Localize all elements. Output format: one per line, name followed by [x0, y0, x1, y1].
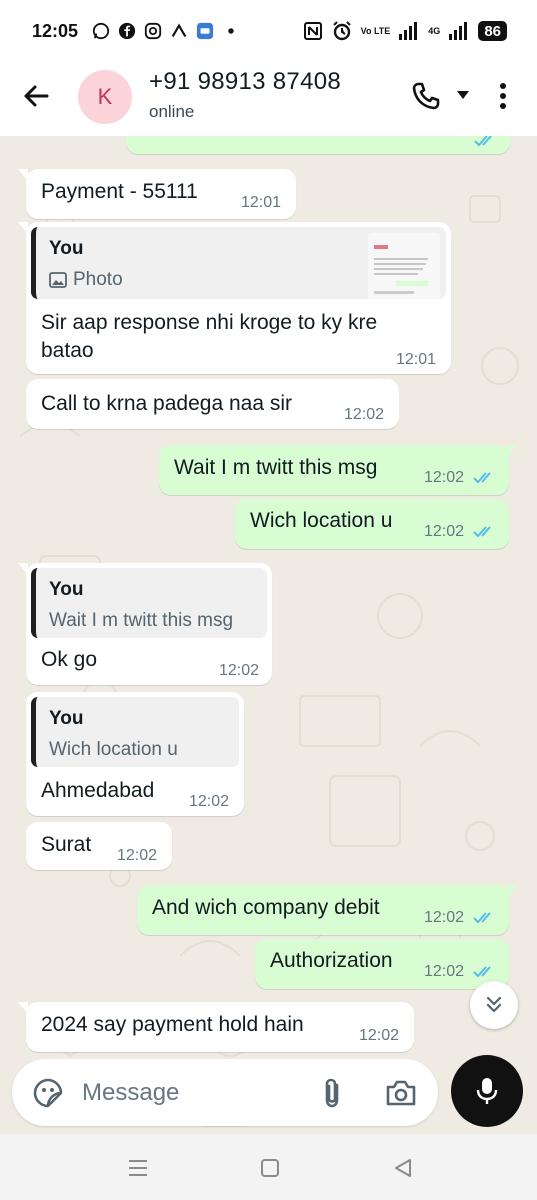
message-text: Authorization — [270, 949, 393, 972]
signal2-icon — [449, 22, 468, 40]
scroll-down-icon — [486, 996, 502, 1013]
quote-body: Wait I m twitt this msg — [49, 610, 234, 631]
contact-info[interactable]: +91 98913 87408 online — [149, 68, 341, 122]
alarm-icon — [332, 21, 351, 41]
network-type-label: 4G — [428, 25, 441, 36]
message-time: 12:02 — [359, 1027, 400, 1044]
notification-icons — [92, 22, 240, 40]
message-text: Ahmedabad — [41, 779, 155, 802]
screenshot-preview-graphic — [368, 233, 440, 299]
message-text: And wich company debit — [152, 896, 380, 919]
nav-home-icon[interactable] — [258, 1156, 282, 1180]
system-navigation-bar — [0, 1134, 537, 1200]
scroll-to-bottom-button[interactable] — [470, 981, 518, 1029]
double-check-icon — [473, 966, 491, 978]
message-time: 12:01 — [396, 351, 437, 368]
double-check-icon — [473, 472, 491, 484]
message-text: Wich location u — [250, 509, 393, 532]
more-vert-icon[interactable] — [495, 80, 511, 112]
avatar[interactable]: K — [78, 70, 132, 124]
quote-author: You — [49, 238, 84, 259]
message-text-line1: Sir aap response nhi kroge to ky kre — [41, 311, 378, 334]
message-bubble-incoming-reply[interactable]: You Wait I m twitt this msg Ok go 12:02 — [18, 563, 272, 685]
double-check-icon — [473, 912, 491, 924]
message-text: Call to krna padega naa sir — [41, 392, 292, 415]
quoted-message[interactable]: You Wait I m twitt this msg — [31, 568, 267, 638]
message-bubble-incoming[interactable]: 2024 say payment hold hain 12:02 — [18, 1002, 414, 1052]
contact-name[interactable]: +91 98913 87408 — [149, 68, 341, 96]
whatsapp-icon — [92, 22, 110, 40]
message-text: 2024 say payment hold hain — [41, 1013, 304, 1036]
nav-recents-icon[interactable] — [126, 1156, 150, 1180]
sticker-icon[interactable] — [32, 1077, 64, 1109]
mic-icon — [476, 1078, 498, 1104]
volte-label: Vo LTE — [360, 25, 391, 36]
message-bubble-outgoing[interactable]: Wait I m twitt this msg 12:02 — [159, 445, 517, 495]
quote-body: Photo — [73, 269, 123, 290]
quote-author: You — [49, 708, 84, 729]
message-time: 12:01 — [241, 194, 282, 211]
message-bubble-incoming-reply[interactable]: You Photo Sir aap response nhi kroge to … — [18, 222, 451, 374]
message-bubble-outgoing[interactable]: Wich location u 12:02 — [235, 499, 509, 549]
message-time: 12:02 — [424, 963, 465, 980]
message-bubble-incoming-reply[interactable]: You Wich location u Ahmedabad 12:02 — [26, 692, 244, 816]
status-time: 12:05 — [32, 20, 79, 41]
chat-header: K +91 98913 87408 online — [0, 62, 537, 136]
more-notifications-dot-icon — [228, 28, 234, 34]
message-bubble-incoming[interactable]: Surat 12:02 — [26, 822, 172, 870]
message-time: 12:02 — [117, 847, 158, 864]
quoted-message[interactable]: You Photo — [31, 227, 446, 299]
attach-icon[interactable] — [317, 1075, 347, 1111]
app-badge-icon — [196, 22, 214, 40]
dropdown-icon[interactable] — [455, 88, 471, 102]
message-bubble-outgoing[interactable]: Authorization 12:02 — [255, 939, 509, 989]
message-time: 12:02 — [424, 523, 465, 540]
message-text: Payment - 55111 — [41, 180, 198, 203]
message-time: 12:02 — [424, 469, 465, 486]
battery-indicator: 86 — [478, 21, 507, 41]
phone-icon[interactable] — [410, 80, 442, 112]
message-text-line2: batao — [41, 339, 94, 362]
message-bubble-outgoing[interactable]: And wich company debit 12:02 — [137, 885, 517, 935]
voice-record-button[interactable] — [451, 1055, 523, 1127]
photo-icon — [49, 272, 67, 288]
message-text: Surat — [41, 833, 92, 856]
message-text: Wait I m twitt this msg — [174, 456, 378, 479]
photo-thumbnail[interactable] — [368, 233, 440, 299]
back-arrow-icon[interactable] — [20, 80, 52, 112]
double-check-icon — [473, 526, 491, 538]
app-notification-icon — [171, 23, 187, 37]
signal-icon — [399, 22, 418, 40]
quote-body: Wich location u — [49, 739, 178, 760]
message-time: 12:02 — [424, 909, 465, 926]
message-bubble-incoming[interactable]: Call to krna padega naa sir 12:02 — [26, 379, 399, 429]
message-time: 12:02 — [344, 406, 385, 423]
message-bubble-incoming[interactable]: Payment - 55111 12:01 — [18, 169, 296, 219]
message-input[interactable] — [82, 1073, 302, 1113]
camera-icon[interactable] — [384, 1077, 418, 1109]
message-text: Ok go — [41, 648, 98, 671]
status-bar: 12:05 Vo LTE 4G 86 — [0, 0, 537, 62]
quote-author: You — [49, 579, 84, 600]
facebook-icon — [118, 22, 136, 40]
nav-back-icon[interactable] — [391, 1156, 415, 1180]
system-icons: Vo LTE 4G 86 — [303, 20, 507, 42]
message-time: 12:02 — [189, 793, 230, 810]
instagram-icon — [144, 22, 162, 40]
message-bubble-outgoing-partial[interactable] — [126, 136, 510, 154]
quoted-message[interactable]: You Wich location u — [31, 697, 239, 767]
message-composer — [12, 1059, 438, 1126]
message-time: 12:02 — [219, 662, 260, 679]
contact-status: online — [149, 102, 195, 121]
nfc-icon — [303, 22, 322, 40]
double-check-icon — [474, 136, 492, 147]
chat-area[interactable]: Payment - 55111 12:01 You Photo Sir aap … — [0, 136, 537, 1134]
